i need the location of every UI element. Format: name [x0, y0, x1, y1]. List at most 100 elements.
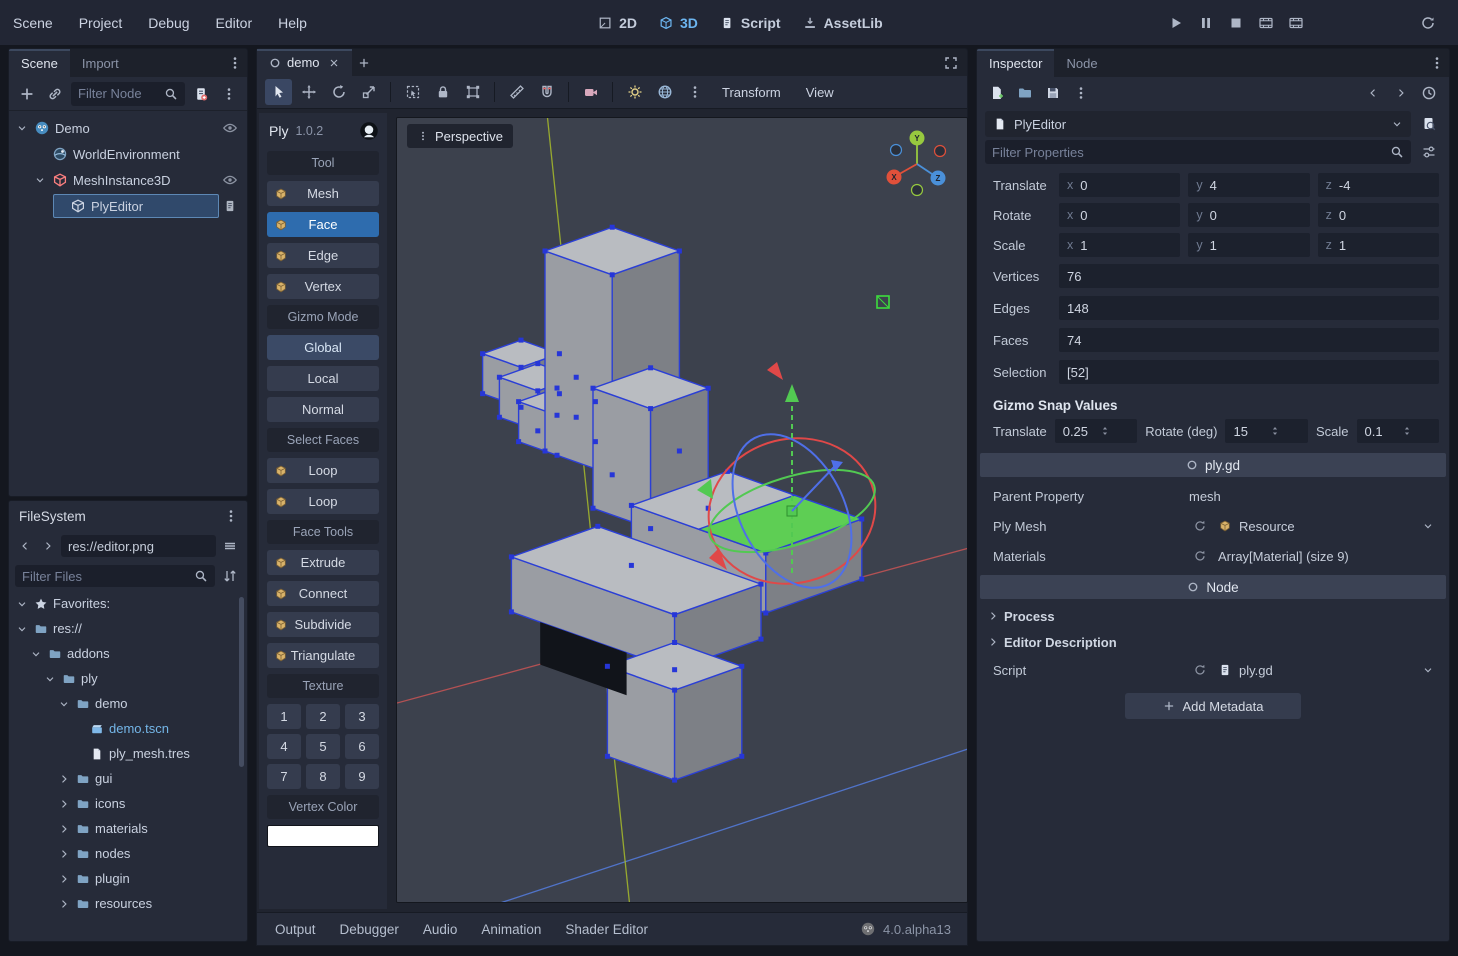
perspective-menu-button[interactable]: Perspective — [407, 124, 513, 148]
texture-1-button[interactable]: 1 — [267, 704, 301, 729]
inspector-filter-field[interactable] — [985, 140, 1411, 164]
expander-icon[interactable] — [57, 698, 71, 710]
back-button[interactable] — [15, 534, 35, 558]
stop-button[interactable] — [1224, 11, 1248, 35]
ply-loop-button-10[interactable]: Loop — [267, 458, 379, 483]
revert-button[interactable] — [1189, 659, 1211, 681]
vector-field-scale-y[interactable]: y1 — [1188, 233, 1310, 257]
texture-5-button[interactable]: 5 — [306, 734, 340, 759]
ply-face-button-2[interactable]: Face — [267, 212, 379, 237]
object-selector[interactable]: PlyEditor — [985, 111, 1411, 137]
move-tool-button[interactable] — [295, 79, 322, 105]
camera-override-button[interactable] — [577, 79, 604, 105]
fs-tree-row-icons[interactable]: icons — [9, 791, 247, 816]
workspace-script[interactable]: Script — [720, 15, 781, 31]
ply-extrude-button-13[interactable]: Extrude — [267, 550, 379, 575]
close-tab-icon[interactable] — [328, 57, 340, 69]
texture-2-button[interactable]: 2 — [306, 704, 340, 729]
menu-debug[interactable]: Debug — [135, 8, 202, 38]
texture-8-button[interactable]: 8 — [306, 764, 340, 789]
save-resource-button[interactable] — [1041, 81, 1065, 105]
fs-tree-row-materials[interactable]: materials — [9, 816, 247, 841]
attach-script-button[interactable] — [189, 82, 213, 106]
scene-tab-demo[interactable]: demo — [257, 49, 352, 76]
expander-icon[interactable] — [57, 873, 71, 885]
tab-inspector[interactable]: Inspector — [977, 49, 1055, 77]
scene-tree-row-meshinstance3d[interactable]: MeshInstance3D — [9, 167, 247, 193]
filesystem-scrollbar[interactable] — [239, 597, 244, 767]
history-button[interactable] — [1417, 81, 1441, 105]
sort-files-button[interactable] — [219, 564, 241, 588]
fs-tree-row-plugin[interactable]: plugin — [9, 866, 247, 891]
ruler-tool-button[interactable] — [503, 79, 530, 105]
play-movie-button[interactable] — [1254, 11, 1278, 35]
vertex-color-swatch[interactable] — [267, 825, 379, 847]
vector-field-translate-x[interactable]: x0 — [1059, 173, 1181, 197]
ply-mesh-button-1[interactable]: Mesh — [267, 181, 379, 206]
texture-3-button[interactable]: 3 — [345, 704, 379, 729]
github-icon[interactable] — [359, 121, 379, 141]
tab-node[interactable]: Node — [1054, 49, 1109, 77]
node-script-icon[interactable] — [219, 195, 241, 217]
box-select-tool-button[interactable] — [399, 79, 426, 105]
menu-editor[interactable]: Editor — [203, 8, 266, 38]
ply-vertex-button-4[interactable]: Vertex — [267, 274, 379, 299]
workspace-assetlib[interactable]: AssetLib — [803, 15, 883, 31]
expander-icon[interactable] — [15, 623, 29, 635]
section-process[interactable]: Process — [977, 603, 1449, 629]
bottom-tab-output[interactable]: Output — [263, 916, 328, 942]
value-field-edges[interactable]: 148 — [1059, 296, 1439, 320]
menu-view[interactable]: View — [795, 79, 845, 105]
scene-tree-row-worldenvironment[interactable]: WorldEnvironment — [9, 141, 247, 167]
scene-filter-input[interactable] — [78, 86, 158, 101]
bottom-tab-animation[interactable]: Animation — [469, 916, 553, 942]
bottom-tab-audio[interactable]: Audio — [411, 916, 470, 942]
fs-tree-row-ply[interactable]: ply — [9, 666, 247, 691]
revert-button[interactable] — [1189, 515, 1211, 537]
expander-icon[interactable] — [33, 174, 47, 186]
ply-triangulate-button-16[interactable]: Triangulate — [267, 643, 379, 668]
scene-toolbar-menu-button[interactable] — [217, 82, 241, 106]
group-selected-button[interactable] — [459, 79, 486, 105]
new-resource-button[interactable] — [985, 81, 1009, 105]
fs-tree-row-addons[interactable]: addons — [9, 641, 247, 666]
expander-icon[interactable] — [57, 773, 71, 785]
lock-selected-button[interactable] — [429, 79, 456, 105]
ply-connect-button-14[interactable]: Connect — [267, 581, 379, 606]
fs-tree-row-gui[interactable]: gui — [9, 766, 247, 791]
ply-edge-button-3[interactable]: Edge — [267, 243, 379, 268]
resource-extra-button[interactable] — [1069, 81, 1093, 105]
expander-icon[interactable] — [57, 798, 71, 810]
workspace-2d[interactable]: 2D — [598, 15, 637, 31]
scene-dock-menu-button[interactable] — [223, 51, 247, 75]
vector-field-scale-x[interactable]: x1 — [1059, 233, 1181, 257]
property-value[interactable]: Array[Material] (size 9) — [1218, 549, 1349, 564]
expander-icon[interactable] — [57, 848, 71, 860]
new-scene-tab-button[interactable] — [352, 51, 376, 75]
fs-tree-row-nodes[interactable]: nodes — [9, 841, 247, 866]
distraction-free-button[interactable] — [939, 51, 963, 75]
bottom-tab-debugger[interactable]: Debugger — [328, 916, 411, 942]
3d-viewport[interactable]: Perspective Y X Z — [396, 117, 968, 903]
add-metadata-button[interactable]: Add Metadata — [1125, 693, 1301, 719]
ply-local-button-7[interactable]: Local — [267, 366, 379, 391]
property-filter-button[interactable] — [1417, 140, 1441, 164]
select-tool-button[interactable] — [265, 79, 292, 105]
scene-filter-field[interactable] — [71, 81, 185, 106]
resource-dropdown-button[interactable] — [1417, 515, 1439, 537]
inspector-menu-button[interactable] — [1425, 51, 1449, 75]
property-value[interactable]: Resource — [1239, 519, 1295, 534]
filesystem-path-field[interactable] — [61, 535, 216, 557]
tab-scene[interactable]: Scene — [9, 49, 70, 77]
section-editor-description[interactable]: Editor Description — [977, 629, 1449, 655]
inspector-filter-input[interactable] — [992, 144, 1384, 160]
value-field-selection[interactable]: [52] — [1059, 360, 1439, 384]
ply-subdivide-button-15[interactable]: Subdivide — [267, 612, 379, 637]
forward-button[interactable] — [38, 534, 58, 558]
expander-icon[interactable] — [57, 823, 71, 835]
texture-9-button[interactable]: 9 — [345, 764, 379, 789]
add-node-button[interactable] — [15, 82, 39, 106]
fs-tree-row-res-[interactable]: res:// — [9, 616, 247, 641]
snap-toggle-button[interactable] — [533, 79, 560, 105]
ply-global-button-6[interactable]: Global — [267, 335, 379, 360]
